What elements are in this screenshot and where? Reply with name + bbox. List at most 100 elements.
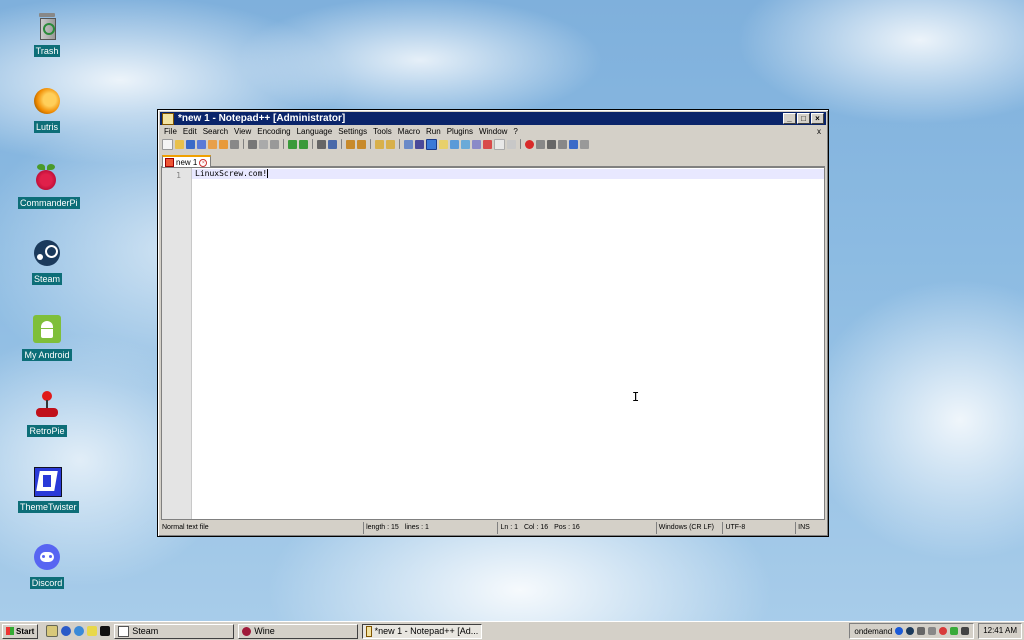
- start-button[interactable]: Start: [2, 623, 39, 639]
- desktop-icon-discord[interactable]: Discord: [18, 542, 76, 589]
- maximize-button[interactable]: □: [797, 113, 810, 124]
- desktop-icon-label: CommanderPi: [18, 197, 80, 209]
- user-lang-icon[interactable]: [439, 139, 448, 149]
- trash-icon: [32, 10, 62, 40]
- menu-help[interactable]: ?: [510, 126, 520, 138]
- save-icon[interactable]: [186, 139, 195, 149]
- indent-guide-icon[interactable]: [426, 138, 437, 150]
- close-file-icon[interactable]: [208, 139, 217, 149]
- desktop-icon-lutris[interactable]: Lutris: [18, 86, 76, 133]
- find-icon[interactable]: [317, 139, 326, 149]
- save-macro-icon[interactable]: [569, 139, 578, 149]
- desktop-icon-label: Lutris: [33, 121, 60, 133]
- tab-icon[interactable]: [507, 139, 516, 149]
- tab-close-icon[interactable]: ×: [199, 158, 208, 167]
- replace-icon[interactable]: [328, 139, 337, 149]
- print-icon[interactable]: [230, 139, 239, 149]
- window-titlebar[interactable]: *new 1 - Notepad++ [Administrator] _ □ ×: [160, 112, 826, 125]
- browser-icon[interactable]: [61, 626, 72, 636]
- menu-window[interactable]: Window: [476, 126, 510, 138]
- minimize-button[interactable]: _: [783, 113, 796, 124]
- desktop-icon-commanderpi[interactable]: CommanderPi: [18, 162, 80, 209]
- android-icon: [32, 314, 62, 344]
- taskbar-button-notepad[interactable]: *new 1 - Notepad++ [Ad...: [362, 623, 483, 639]
- update-icon[interactable]: [950, 627, 959, 635]
- panel-icon[interactable]: [494, 138, 505, 150]
- stop-macro-icon[interactable]: [536, 139, 545, 149]
- menu-search[interactable]: Search: [200, 126, 231, 138]
- raspberry-pi-icon: [32, 162, 62, 192]
- desktop-icon-retropie[interactable]: RetroPie: [18, 390, 76, 437]
- undo-icon[interactable]: [288, 139, 297, 149]
- terminal-icon[interactable]: [100, 626, 111, 636]
- paste-icon[interactable]: [270, 139, 279, 149]
- task-label: Steam: [132, 626, 159, 636]
- toolbar-separator: [370, 139, 371, 149]
- status-file-type: Normal text file: [160, 522, 365, 534]
- globe-icon[interactable]: [74, 626, 85, 636]
- macro-list-icon[interactable]: [580, 139, 589, 149]
- word-wrap-icon[interactable]: [404, 139, 413, 149]
- redo-icon[interactable]: [299, 139, 308, 149]
- editor-text[interactable]: LinuxScrew.com!: [195, 169, 269, 179]
- menu-macro[interactable]: Macro: [395, 126, 423, 138]
- zoom-out-icon[interactable]: [357, 139, 366, 149]
- status-pos: Pos : 16: [554, 524, 580, 531]
- run-macro-multiple-icon[interactable]: [558, 139, 567, 149]
- menu-view[interactable]: View: [231, 126, 254, 138]
- editor-area[interactable]: 1 LinuxScrew.com!: [161, 167, 825, 520]
- close-document-button[interactable]: x: [814, 126, 825, 138]
- bluetooth-icon[interactable]: [895, 627, 904, 635]
- mouse-ibeam-cursor: I: [632, 390, 640, 404]
- menu-encoding[interactable]: Encoding: [254, 126, 293, 138]
- folder-workspace-icon[interactable]: [472, 139, 481, 149]
- menu-tools[interactable]: Tools: [370, 126, 395, 138]
- desktop-icon-steam[interactable]: Steam: [18, 238, 76, 285]
- search-icon[interactable]: [87, 626, 98, 636]
- wine-icon: [242, 626, 252, 636]
- close-all-icon[interactable]: [219, 139, 228, 149]
- notepad-window[interactable]: *new 1 - Notepad++ [Administrator] _ □ ×…: [157, 109, 829, 537]
- unsaved-icon: [165, 158, 174, 167]
- record-macro-icon[interactable]: [525, 139, 534, 149]
- display-icon[interactable]: [928, 627, 937, 635]
- taskbar-button-wine[interactable]: Wine: [238, 623, 359, 639]
- sync-vertical-icon[interactable]: [375, 139, 384, 149]
- volume-icon[interactable]: [961, 627, 970, 635]
- show-desktop-icon[interactable]: [46, 625, 59, 637]
- sync-horizontal-icon[interactable]: [386, 139, 395, 149]
- open-file-icon[interactable]: [175, 139, 184, 149]
- menu-edit[interactable]: Edit: [180, 126, 200, 138]
- menu-settings[interactable]: Settings: [335, 126, 370, 138]
- steam-tray-icon[interactable]: [906, 627, 915, 635]
- all-chars-icon[interactable]: [415, 139, 424, 149]
- copy-icon[interactable]: [259, 139, 268, 149]
- cut-icon[interactable]: [248, 139, 257, 149]
- desktop-icon-trash[interactable]: Trash: [18, 10, 76, 57]
- play-macro-icon[interactable]: [547, 139, 556, 149]
- toolbar-separator: [520, 139, 521, 149]
- desktop-icon-themetwister[interactable]: ThemeTwister: [18, 466, 79, 513]
- zoom-in-icon[interactable]: [346, 139, 355, 149]
- power-icon[interactable]: [939, 627, 948, 635]
- cpu-governor-label[interactable]: ondemand: [854, 627, 892, 636]
- save-all-icon[interactable]: [197, 139, 206, 149]
- close-button[interactable]: ×: [811, 113, 824, 124]
- desktop-icon-my-android[interactable]: My Android: [18, 314, 76, 361]
- function-list-icon[interactable]: [461, 139, 470, 149]
- system-tray: ondemand: [849, 623, 975, 639]
- desktop-icon-label: ThemeTwister: [18, 501, 79, 513]
- status-length-lines: length : 15 lines : 1: [364, 522, 499, 534]
- menu-language[interactable]: Language: [294, 126, 336, 138]
- monitoring-icon[interactable]: [483, 139, 492, 149]
- network-icon[interactable]: [917, 627, 926, 635]
- doc-map-icon[interactable]: [450, 139, 459, 149]
- menu-plugins[interactable]: Plugins: [444, 126, 476, 138]
- new-file-icon[interactable]: [162, 138, 173, 150]
- clock[interactable]: 12:41 AM: [978, 623, 1022, 639]
- taskbar-button-steam[interactable]: Steam: [114, 623, 235, 639]
- status-col: Col : 16: [523, 524, 549, 531]
- start-label: Start: [16, 626, 35, 636]
- menu-run[interactable]: Run: [423, 126, 444, 138]
- menu-file[interactable]: File: [161, 126, 180, 138]
